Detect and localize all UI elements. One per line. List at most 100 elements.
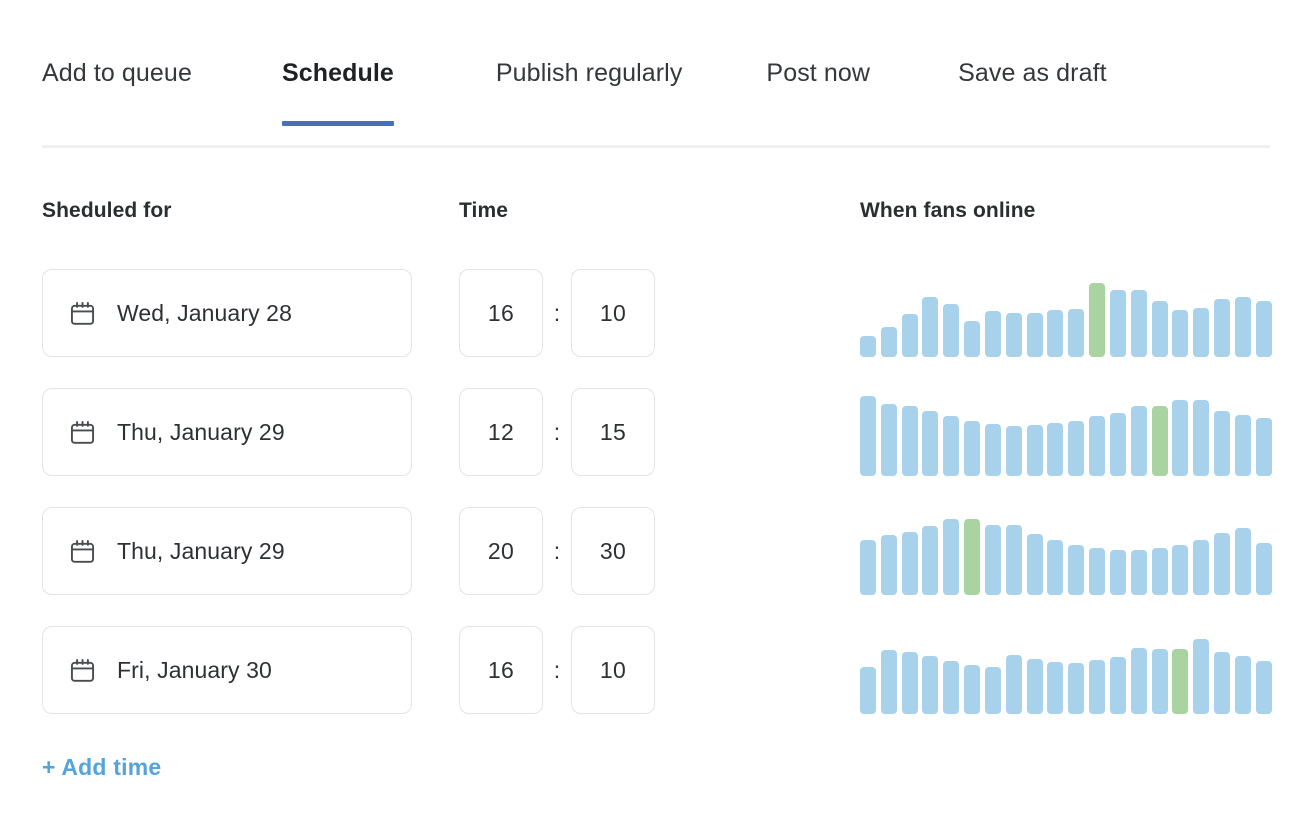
chart-bar <box>1110 657 1126 714</box>
minute-input[interactable]: 10 <box>571 269 655 357</box>
date-field[interactable]: Thu, January 29 <box>42 388 412 476</box>
chart-bar <box>1152 649 1168 714</box>
chart-bar <box>860 396 876 476</box>
chart-bar <box>1068 545 1084 595</box>
chart-bar <box>1214 411 1230 476</box>
chart-bar <box>922 526 938 595</box>
time-separator: : <box>543 538 571 565</box>
chart-bar <box>1047 662 1063 714</box>
chart-bar <box>1027 313 1043 357</box>
chart-bar <box>964 665 980 714</box>
date-value: Thu, January 29 <box>117 418 285 446</box>
chart-bar <box>1047 540 1063 595</box>
chart-bar <box>860 667 876 714</box>
column-header-scheduled-for: Sheduled for <box>42 198 172 224</box>
tab-label: Save as draft <box>958 59 1107 87</box>
time-group: 20 : 30 <box>459 507 655 595</box>
tab-add-to-queue[interactable]: Add to queue <box>42 58 192 126</box>
chart-bar <box>1172 310 1188 357</box>
date-value: Fri, January 30 <box>117 656 272 684</box>
minute-input[interactable]: 30 <box>571 507 655 595</box>
hour-input[interactable]: 12 <box>459 388 543 476</box>
fans-online-chart <box>860 269 1272 357</box>
date-field[interactable]: Fri, January 30 <box>42 626 412 714</box>
chart-bar <box>922 656 938 714</box>
chart-bar <box>902 314 918 357</box>
tab-label: Schedule <box>282 59 394 87</box>
chart-bar <box>1256 301 1272 357</box>
add-time-button[interactable]: + Add time <box>42 752 161 782</box>
chart-bar <box>902 406 918 476</box>
tab-label: Publish regularly <box>496 59 683 87</box>
schedule-row: Thu, January 29 12 : 15 <box>0 388 1306 476</box>
chart-bar <box>985 667 1001 714</box>
chart-bar <box>1068 421 1084 476</box>
chart-bar <box>985 424 1001 476</box>
tab-publish-regularly[interactable]: Publish regularly <box>496 58 683 126</box>
chart-bar <box>860 540 876 595</box>
chart-bar <box>1152 406 1168 476</box>
fans-online-chart <box>860 626 1272 714</box>
tab-bar-divider <box>42 145 1270 148</box>
tab-bar: Add to queue Schedule Publish regularly … <box>42 58 1270 146</box>
chart-bar <box>860 336 876 357</box>
tab-label: Add to queue <box>42 59 192 87</box>
schedule-row: Wed, January 28 16 : 10 <box>0 269 1306 357</box>
time-group: 12 : 15 <box>459 388 655 476</box>
chart-bar <box>881 327 897 357</box>
chart-bar <box>1047 423 1063 476</box>
calendar-icon <box>69 300 96 327</box>
hour-input[interactable]: 16 <box>459 269 543 357</box>
minute-input[interactable]: 10 <box>571 626 655 714</box>
chart-bar <box>1256 543 1272 595</box>
chart-bar <box>1110 290 1126 357</box>
column-header-when-fans-online: When fans online <box>860 198 1035 224</box>
column-header-time: Time <box>459 198 508 224</box>
time-separator: : <box>543 657 571 684</box>
chart-bar <box>922 411 938 476</box>
chart-bar <box>1131 290 1147 357</box>
chart-bar <box>1006 655 1022 714</box>
chart-bar <box>1214 533 1230 595</box>
time-group: 16 : 10 <box>459 626 655 714</box>
chart-bar <box>1110 550 1126 595</box>
chart-bar <box>881 650 897 714</box>
chart-bar <box>902 652 918 714</box>
chart-bar <box>1152 548 1168 595</box>
hour-input[interactable]: 20 <box>459 507 543 595</box>
chart-bar <box>1131 550 1147 595</box>
chart-bar <box>1006 426 1022 476</box>
chart-bar <box>1068 309 1084 357</box>
chart-bar <box>1193 400 1209 476</box>
chart-bar <box>964 421 980 476</box>
chart-bar <box>943 304 959 357</box>
chart-bar <box>881 535 897 595</box>
fans-online-chart <box>860 388 1272 476</box>
time-group: 16 : 10 <box>459 269 655 357</box>
chart-bar <box>881 404 897 476</box>
chart-bar <box>1089 548 1105 595</box>
hour-input[interactable]: 16 <box>459 626 543 714</box>
chart-bar <box>985 311 1001 357</box>
tab-post-now[interactable]: Post now <box>766 58 870 126</box>
date-field[interactable]: Thu, January 29 <box>42 507 412 595</box>
active-tab-underline <box>282 121 394 126</box>
chart-bar <box>1089 660 1105 714</box>
minute-input[interactable]: 15 <box>571 388 655 476</box>
chart-bar <box>985 525 1001 595</box>
chart-bar <box>1172 545 1188 595</box>
chart-bar <box>1131 406 1147 476</box>
chart-bar <box>1214 652 1230 714</box>
chart-bar <box>1089 283 1105 357</box>
calendar-icon <box>69 657 96 684</box>
date-value: Wed, January 28 <box>117 299 292 327</box>
schedule-panel: Add to queue Schedule Publish regularly … <box>0 0 1306 836</box>
chart-bar <box>943 661 959 714</box>
calendar-icon <box>69 538 96 565</box>
tab-save-as-draft[interactable]: Save as draft <box>958 58 1107 126</box>
tab-list: Add to queue Schedule Publish regularly … <box>42 58 1270 126</box>
tab-schedule[interactable]: Schedule <box>282 58 394 126</box>
chart-bar <box>1068 663 1084 714</box>
date-field[interactable]: Wed, January 28 <box>42 269 412 357</box>
chart-bar <box>1027 425 1043 476</box>
